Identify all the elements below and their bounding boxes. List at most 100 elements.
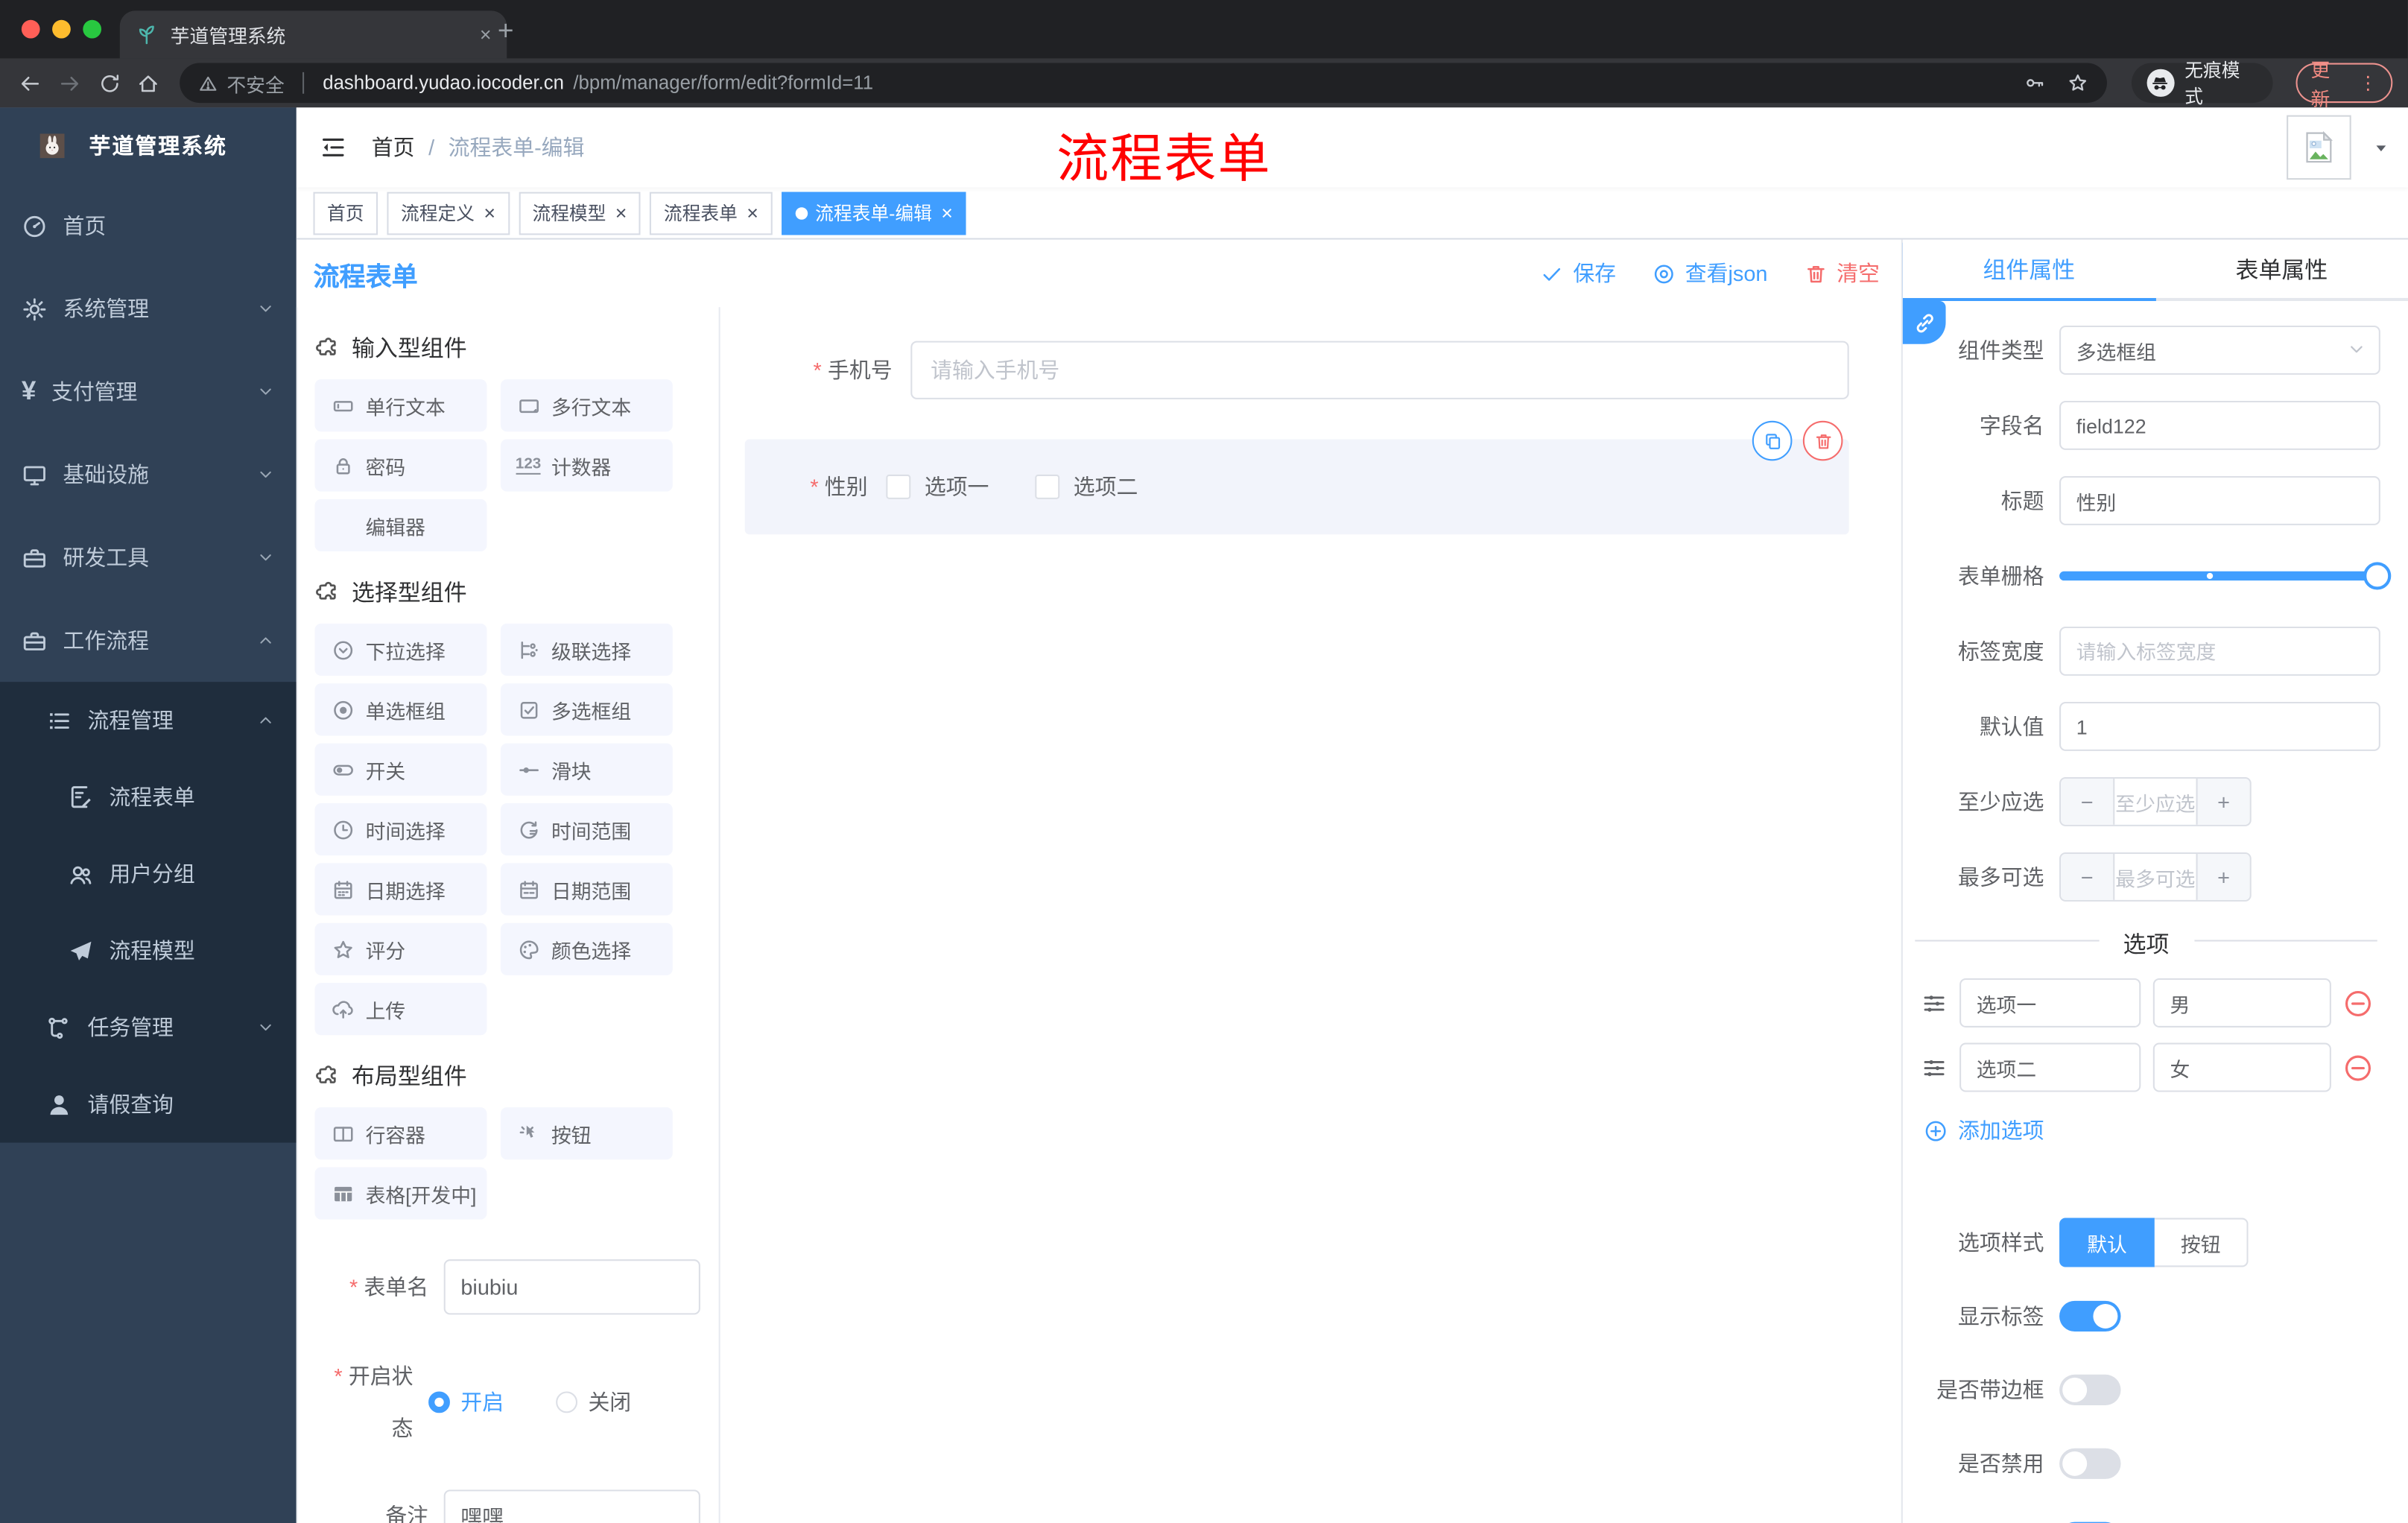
tag-close-icon[interactable]: ×	[615, 201, 627, 224]
component-chip[interactable]: 表格[开发中]	[314, 1167, 487, 1220]
component-chip[interactable]: 多选框组	[500, 683, 673, 736]
component-chip[interactable]: 行容器	[314, 1107, 487, 1160]
save-button[interactable]: 保存	[1541, 258, 1616, 288]
tab-component-props[interactable]: 组件属性	[1903, 240, 2155, 298]
tag-close-icon[interactable]: ×	[484, 201, 495, 224]
avatar-caret-down-icon[interactable]	[2373, 139, 2390, 156]
border-switch[interactable]	[2059, 1374, 2121, 1405]
close-window-button[interactable]	[21, 19, 40, 39]
gender-checkbox[interactable]: 选项二	[1035, 472, 1138, 502]
show-label-switch[interactable]	[2059, 1300, 2121, 1332]
max-select-stepper[interactable]: − 最多可选 +	[2059, 852, 2252, 902]
tag-close-icon[interactable]: ×	[941, 201, 953, 224]
sidebar-item[interactable]: 首页	[0, 184, 297, 267]
page-tag[interactable]: 流程表单 ×	[650, 191, 773, 235]
component-chip[interactable]: 上传	[314, 983, 487, 1036]
avatar[interactable]	[2287, 115, 2351, 180]
forward-icon[interactable]	[55, 72, 86, 95]
form-name-input[interactable]	[443, 1259, 700, 1315]
component-chip[interactable]: 多行文本	[500, 379, 673, 432]
browser-menu-icon[interactable]: ⋮	[2359, 72, 2377, 94]
sidebar-item[interactable]: ¥ 支付管理	[0, 350, 297, 433]
component-chip[interactable]: 密码	[314, 439, 487, 492]
stepper-minus-button[interactable]: −	[2061, 854, 2115, 900]
form-remark-textarea[interactable]: 嘿嘿	[443, 1489, 700, 1523]
gender-checkbox[interactable]: 选项一	[886, 472, 989, 502]
slider-track[interactable]	[2059, 562, 2392, 590]
slider-handle[interactable]	[2363, 562, 2392, 590]
breadcrumb-home[interactable]: 首页	[372, 132, 415, 162]
component-chip[interactable]: 滑块	[500, 743, 673, 796]
sidebar-item[interactable]: 工作流程	[0, 599, 297, 682]
label-width-input[interactable]	[2059, 626, 2380, 676]
clear-button[interactable]: 清空	[1805, 258, 1880, 288]
stepper-minus-button[interactable]: −	[2061, 779, 2115, 825]
component-type-select[interactable]	[2059, 325, 2380, 375]
component-chip[interactable]: 开关	[314, 743, 487, 796]
sidebar-subitem[interactable]: 流程表单	[0, 759, 297, 835]
phone-input[interactable]	[910, 341, 1849, 399]
component-chip[interactable]: 级联选择	[500, 623, 673, 676]
component-chip[interactable]: 单选框组	[314, 683, 487, 736]
reload-icon[interactable]	[94, 72, 124, 95]
component-chip[interactable]: 评分	[314, 922, 487, 975]
page-tag[interactable]: 流程定义 ×	[387, 191, 510, 235]
home-icon[interactable]	[133, 72, 164, 95]
min-select-stepper[interactable]: − 至少应选 +	[2059, 776, 2252, 826]
disabled-switch[interactable]	[2059, 1448, 2121, 1479]
title-input[interactable]	[2059, 475, 2380, 525]
collapse-sidebar-icon[interactable]	[320, 133, 347, 161]
field-name-input[interactable]	[2059, 400, 2380, 450]
status-on-radio[interactable]: 开启	[428, 1376, 504, 1428]
page-tag[interactable]: 首页 ×	[313, 191, 378, 235]
min-select-placeholder[interactable]: 至少应选	[2114, 779, 2196, 825]
sidebar-subitem[interactable]: 用户分组	[0, 835, 297, 912]
bookmark-star-icon[interactable]	[2067, 72, 2088, 94]
canvas-field-phone[interactable]: 手机号	[745, 341, 1849, 399]
grid-slider[interactable]	[2059, 551, 2392, 601]
component-chip[interactable]: 时间范围	[500, 803, 673, 856]
sidebar-subitem[interactable]: 流程模型	[0, 912, 297, 989]
sidebar-item[interactable]: 研发工具	[0, 516, 297, 599]
back-icon[interactable]	[16, 72, 46, 95]
sidebar-item[interactable]: 基础设施	[0, 433, 297, 516]
chrome-update-button[interactable]: 更新 ⋮	[2295, 60, 2393, 110]
default-value-input[interactable]	[2059, 701, 2380, 751]
drag-handle-icon[interactable]	[1921, 1054, 1948, 1080]
drag-handle-icon[interactable]	[1921, 990, 1948, 1016]
remove-option-icon[interactable]	[2343, 1053, 2372, 1082]
option-value-input[interactable]	[2152, 978, 2331, 1028]
app-logo[interactable]: 芋道管理系统	[0, 107, 297, 184]
component-chip[interactable]: 颜色选择	[500, 922, 673, 975]
option-label-input[interactable]	[1959, 978, 2141, 1028]
delete-component-button[interactable]	[1802, 420, 1843, 461]
max-select-placeholder[interactable]: 最多可选	[2114, 854, 2196, 900]
browser-tab[interactable]: 芋道管理系统 ×	[119, 10, 507, 59]
copy-component-button[interactable]	[1752, 420, 1793, 461]
sidebar-subitem[interactable]: 任务管理	[0, 989, 297, 1066]
option-value-input[interactable]	[2152, 1042, 2331, 1092]
page-tag[interactable]: 流程模型 ×	[518, 191, 641, 235]
component-chip[interactable]: 编辑器	[314, 498, 487, 551]
canvas-field-gender-selected[interactable]: 性别 选项一 选项二	[744, 420, 1849, 535]
zoom-window-button[interactable]	[83, 19, 102, 39]
sidebar-subitem[interactable]: 流程管理	[0, 682, 297, 759]
checkbox-icon[interactable]	[886, 474, 911, 499]
component-chip[interactable]: 按钮	[500, 1107, 673, 1160]
stepper-plus-button[interactable]: +	[2196, 779, 2250, 825]
minimize-window-button[interactable]	[52, 19, 71, 39]
view-json-button[interactable]: 查看json	[1653, 258, 1767, 288]
tab-close-icon[interactable]: ×	[480, 23, 492, 46]
form-canvas[interactable]: 手机号 性别	[720, 307, 1901, 1523]
style-default-button[interactable]: 默认	[2059, 1218, 2155, 1267]
component-chip[interactable]: 123 计数器	[500, 439, 673, 492]
stepper-plus-button[interactable]: +	[2196, 854, 2250, 900]
style-button-button[interactable]: 按钮	[2154, 1218, 2249, 1267]
bind-link-tag[interactable]	[1902, 300, 1946, 344]
component-chip[interactable]: 日期选择	[314, 863, 487, 916]
option-label-input[interactable]	[1959, 1042, 2141, 1092]
new-tab-button[interactable]: +	[498, 16, 514, 48]
window-controls[interactable]	[21, 19, 102, 39]
page-tag[interactable]: 流程表单-编辑 ×	[781, 191, 967, 235]
tab-form-props[interactable]: 表单属性	[2155, 240, 2408, 298]
